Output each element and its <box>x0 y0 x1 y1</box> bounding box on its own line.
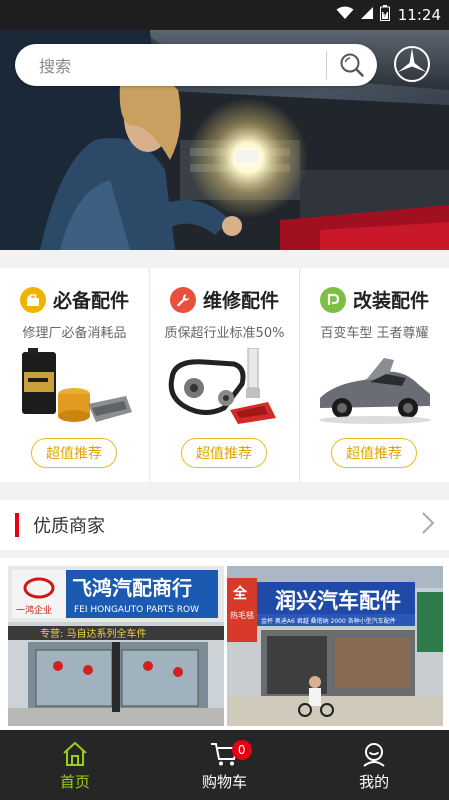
merchant-photo: 飞鸿汽配商行 FEI HONGAUTO PARTS ROW 一鸿企业 专营: 马… <box>8 566 224 726</box>
merchants-header[interactable]: 优质商家 <box>0 500 449 550</box>
supercar-image <box>314 348 436 428</box>
nav-label: 首页 <box>59 772 90 791</box>
modify-icon <box>320 286 346 313</box>
category-title: 维修配件 <box>203 290 280 312</box>
wrench-icon <box>170 286 196 313</box>
search-icon <box>340 53 364 77</box>
chevron-right-icon[interactable] <box>421 511 435 539</box>
category-subtitle: 质保超行业标准50% <box>164 326 285 341</box>
shop-banner: 专营: 马自达系列全车件 <box>40 627 147 640</box>
recommend-button[interactable]: 超值推荐 <box>31 438 117 468</box>
battery-icon <box>379 5 390 25</box>
shop-sign-en: FEI HONGAUTO PARTS ROW <box>74 605 199 615</box>
nav-label: 我的 <box>359 772 390 791</box>
category-header: 必备配件 <box>20 286 129 313</box>
merchant-photo: 润兴汽车配件 金杯 奥迪A6 君越 桑塔纳 2000 各种小型汽车配件 全 热毛… <box>227 566 443 726</box>
side-sign: 全 <box>232 585 248 602</box>
nav-profile[interactable]: 我的 <box>299 730 449 800</box>
merchant-card-feihong[interactable]: 飞鸿汽配商行 FEI HONGAUTO PARTS ROW 一鸿企业 专营: 马… <box>8 566 224 726</box>
merchant-list: 飞鸿汽配商行 FEI HONGAUTO PARTS ROW 一鸿企业 专营: 马… <box>0 558 449 730</box>
category-header: 维修配件 <box>170 286 279 313</box>
clock-time: 11:24 <box>397 6 441 24</box>
category-card-repair[interactable]: 维修配件 质保超行业标准50% 超值推荐 <box>150 268 300 482</box>
home-icon <box>61 739 89 769</box>
user-icon <box>361 739 387 769</box>
app-screen: 11:24 搜索 必备配件 修理厂必备消耗品 超值推荐 维修配件 质保超行业标准… <box>0 0 449 800</box>
category-subtitle: 修理厂必备消耗品 <box>22 326 127 341</box>
category-title: 必备配件 <box>53 290 130 312</box>
category-subtitle: 百变车型 王者尊耀 <box>320 326 429 341</box>
search-bar[interactable]: 搜索 <box>15 44 377 86</box>
shop-company: 一鸿企业 <box>16 604 52 616</box>
shop-sign: 润兴汽车配件 <box>275 589 401 613</box>
timing-belt-spark-plug-image <box>164 347 286 428</box>
wifi-icon <box>336 6 354 24</box>
category-card-essential[interactable]: 必备配件 修理厂必备消耗品 超值推荐 <box>0 268 150 482</box>
category-header: 改装配件 <box>320 286 429 313</box>
status-bar: 11:24 <box>0 0 449 30</box>
search-input[interactable]: 搜索 <box>15 53 326 77</box>
section-marker <box>15 513 19 537</box>
side-sign-2: 热毛毯 <box>230 610 254 620</box>
toolbox-icon <box>20 286 46 313</box>
signal-icon <box>360 6 374 24</box>
mercedes-logo-icon[interactable] <box>392 44 432 84</box>
cart-count-badge: 0 <box>231 740 252 760</box>
nav-home[interactable]: 首页 <box>0 730 150 800</box>
category-title: 改装配件 <box>353 290 430 312</box>
bottom-nav: 首页 0 购物车 我的 <box>0 730 449 800</box>
nav-label: 购物车 <box>202 772 248 791</box>
recommend-button[interactable]: 超值推荐 <box>331 438 417 468</box>
nav-cart[interactable]: 0 购物车 <box>150 730 300 800</box>
category-section: 必备配件 修理厂必备消耗品 超值推荐 维修配件 质保超行业标准50% 超值推荐 … <box>0 268 449 482</box>
merchant-card-runxing[interactable]: 润兴汽车配件 金杯 奥迪A6 君越 桑塔纳 2000 各种小型汽车配件 全 热毛… <box>227 566 443 726</box>
category-card-modify[interactable]: 改装配件 百变车型 王者尊耀 超值推荐 <box>300 268 449 482</box>
merchants-title: 优质商家 <box>33 516 105 537</box>
oil-filter-brake-pads-image <box>14 348 136 428</box>
shop-sign: 飞鸿汽配商行 <box>72 576 192 600</box>
search-button[interactable] <box>327 44 377 86</box>
shop-sign-sub: 金杯 奥迪A6 君越 桑塔纳 2000 各种小型汽车配件 <box>261 617 396 625</box>
recommend-button[interactable]: 超值推荐 <box>181 438 267 468</box>
